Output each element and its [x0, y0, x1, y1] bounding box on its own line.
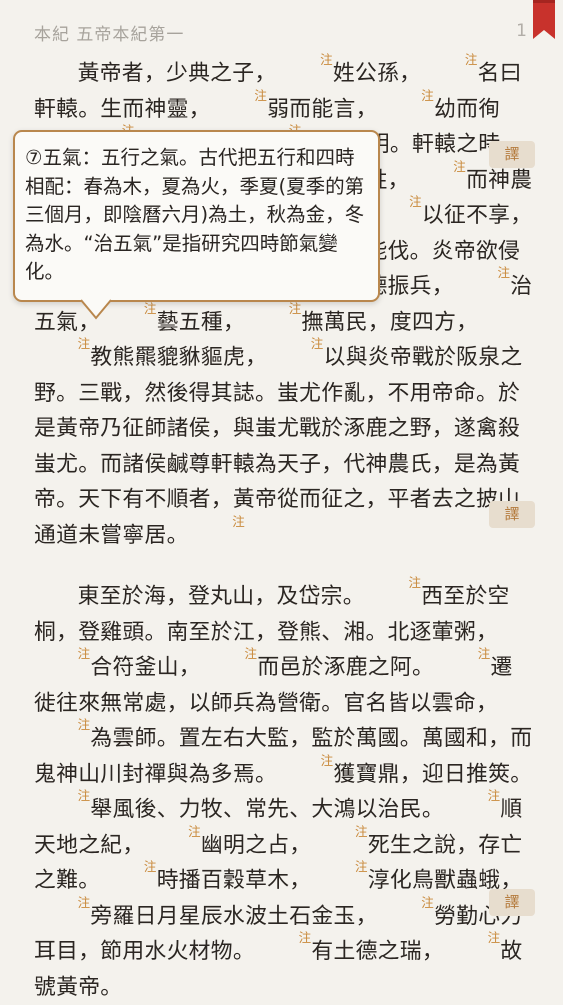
page-number: 1 — [516, 21, 527, 41]
note-marker[interactable]: 注 — [211, 89, 267, 102]
annotation-popup: ⑦五氣：五行之氣。古代把五行和四時相配：春為木，夏為火，季夏(夏季的第三個月，即… — [13, 130, 380, 302]
note-marker[interactable]: 注 — [201, 647, 258, 660]
note-marker[interactable]: 注 — [34, 647, 91, 660]
popup-pointer — [80, 299, 112, 320]
text-segment: 獲寶鼎，迎日推筴。 — [333, 761, 533, 787]
note-marker[interactable]: 注 — [444, 789, 501, 802]
note-marker[interactable]: 注 — [276, 53, 333, 66]
text-segment: 弱而能言， — [267, 96, 378, 122]
note-marker[interactable]: 注 — [100, 860, 157, 873]
text-segment: 舉風後、力牧、常先、大鴻以治民。 — [90, 797, 444, 822]
text-segment: 藝五種， — [156, 309, 246, 335]
text-segment: 旁羅日月星辰水波土石金玉， — [90, 903, 378, 929]
annotation-text: ⑦五氣：五行之氣。古代把五行和四時相配：春為木，夏為火，季夏(夏季的第三個月，即… — [25, 146, 365, 283]
translate-button[interactable]: 譯 — [489, 889, 535, 916]
note-marker[interactable]: 注 — [311, 860, 368, 873]
note-marker[interactable]: 注 — [378, 89, 434, 102]
note-marker[interactable]: 注 — [34, 718, 91, 731]
note-marker[interactable]: 注 — [255, 931, 312, 944]
text-segment: 教熊羆貔貅貙虎， — [90, 345, 268, 370]
note-marker[interactable]: 注 — [454, 266, 510, 279]
note-marker[interactable]: 注 — [365, 576, 421, 589]
note-marker[interactable]: 注 — [267, 337, 324, 350]
bookmark-icon[interactable] — [533, 0, 555, 39]
note-marker[interactable]: 注 — [145, 825, 201, 838]
text-segment: 東至於海，登丸山，及岱宗。 — [77, 584, 365, 609]
text-segment: 幽明之占， — [200, 832, 312, 858]
text-segment: 有土德之瑞， — [311, 939, 444, 964]
note-marker[interactable]: 注 — [245, 302, 302, 315]
note-marker[interactable]: 注 — [189, 515, 245, 528]
translate-button[interactable]: 譯 — [489, 501, 535, 528]
text-segment: 以與炎帝戰於阪泉之野。三戰，然後得其誌。蚩尤作亂，不用帝命。於是黃帝乃征師諸侯，… — [34, 345, 523, 548]
note-marker[interactable]: 注 — [444, 931, 501, 944]
text-segment: 而邑於涿鹿之阿。 — [257, 655, 435, 680]
text-segment: 合符釜山， — [90, 655, 201, 680]
note-marker[interactable]: 注 — [34, 789, 91, 802]
note-marker[interactable]: 注 — [34, 896, 91, 909]
note-marker[interactable]: 注 — [421, 53, 478, 66]
paragraph-2: 東至於海，登丸山，及岱宗。注西至於空桐，登雞頭。南至於江，登熊、湘。北逐葷粥，注… — [34, 576, 534, 1005]
text-segment: 時播百穀草木， — [156, 868, 312, 893]
text-segment: 撫萬民，度四方， — [301, 309, 479, 335]
note-marker[interactable]: 注 — [311, 825, 368, 838]
note-marker[interactable]: 注 — [277, 754, 334, 767]
note-marker[interactable]: 注 — [434, 647, 491, 660]
text-segment: 黃帝者，少典之子， — [77, 61, 277, 86]
note-marker[interactable]: 注 — [410, 160, 466, 173]
translate-button[interactable]: 譯 — [489, 141, 535, 168]
note-marker[interactable]: 注 — [34, 337, 91, 350]
text-segment: 姓公孫， — [332, 61, 422, 86]
chapter-title: 本紀 五帝本紀第一 — [34, 25, 185, 45]
note-marker[interactable]: 注 — [378, 896, 434, 909]
